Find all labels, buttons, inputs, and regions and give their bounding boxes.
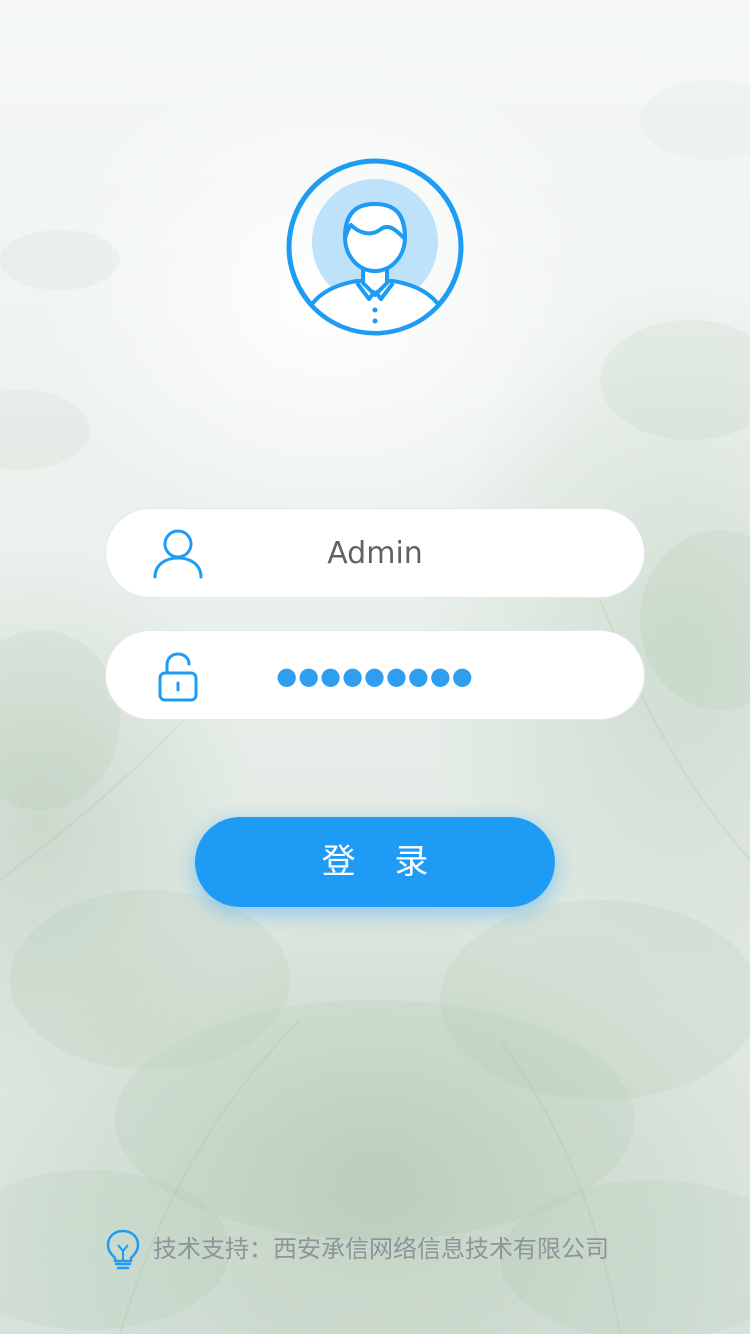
username-field[interactable]: Admin: [105, 508, 645, 598]
user-avatar-icon: [286, 158, 464, 336]
lock-icon: [158, 652, 198, 702]
password-field[interactable]: ●●●●●●●●●: [105, 630, 645, 720]
username-value[interactable]: Admin: [216, 509, 534, 599]
password-value[interactable]: ●●●●●●●●●: [216, 631, 534, 721]
login-button[interactable]: 登 录: [195, 817, 555, 907]
support-text: 技术支持：西安承信网络信息技术有限公司: [153, 1235, 609, 1263]
footer: 技术支持：西安承信网络信息技术有限公司: [105, 1228, 665, 1270]
user-icon: [153, 529, 203, 579]
lightbulb-icon: [106, 1229, 140, 1270]
